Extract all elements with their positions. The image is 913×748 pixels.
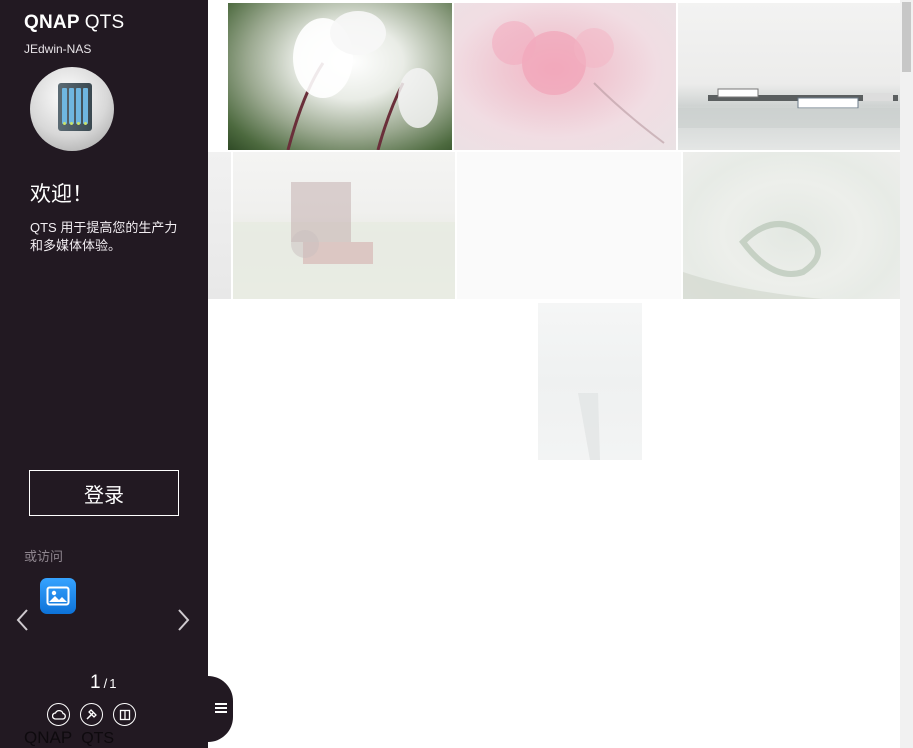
brand-logo: QNAP QTS <box>24 12 124 34</box>
blank-photo <box>457 152 681 299</box>
sidebar-toggle[interactable] <box>208 676 233 742</box>
pager: 1/1 <box>90 672 116 694</box>
bottom-icon-bar <box>47 703 136 726</box>
coastal-heart-photo <box>683 152 900 299</box>
cloud-icon[interactable] <box>47 703 70 726</box>
pager-total: 1 <box>109 676 117 691</box>
harbor-boats-photo <box>678 3 900 150</box>
welcome-description: QTS 用于提高您的生产力和多媒体体验。 <box>30 220 178 253</box>
menu-icon <box>214 700 227 718</box>
login-sidebar: QNAP QTS JEdwin-NAS 欢迎！ QTS 用于提高您的生产力和多媒体… <box>0 0 208 748</box>
photo-station-icon[interactable] <box>40 578 76 614</box>
brand-primary: QNAP <box>24 12 80 33</box>
footer-primary: QNAP <box>24 728 73 747</box>
white-flower-photo <box>228 3 452 150</box>
host-name: JEdwin-NAS <box>24 42 92 56</box>
or-visit-label: 或访问 <box>24 549 64 564</box>
pager-separator: / <box>103 676 108 691</box>
shoreline-photo <box>538 303 642 460</box>
login-button[interactable]: 登录 <box>29 470 179 516</box>
welcome-heading: 欢迎！ <box>30 183 93 206</box>
footer-secondary: QTS <box>81 730 115 747</box>
chevron-right-icon[interactable] <box>174 606 192 634</box>
tractor-field-photo <box>233 152 455 299</box>
tools-icon[interactable] <box>80 703 103 726</box>
pager-current: 1 <box>90 672 101 693</box>
partial-photo <box>208 152 231 299</box>
nas-device-icon <box>30 67 114 151</box>
scrollbar-thumb[interactable] <box>902 2 911 72</box>
book-icon[interactable] <box>113 703 136 726</box>
vertical-scrollbar[interactable] <box>900 0 913 748</box>
brand-secondary: QTS <box>84 12 125 33</box>
footer-logo: QNAP QTS <box>24 728 114 748</box>
pink-blossom-photo <box>454 3 676 150</box>
chevron-left-icon[interactable] <box>14 606 32 634</box>
